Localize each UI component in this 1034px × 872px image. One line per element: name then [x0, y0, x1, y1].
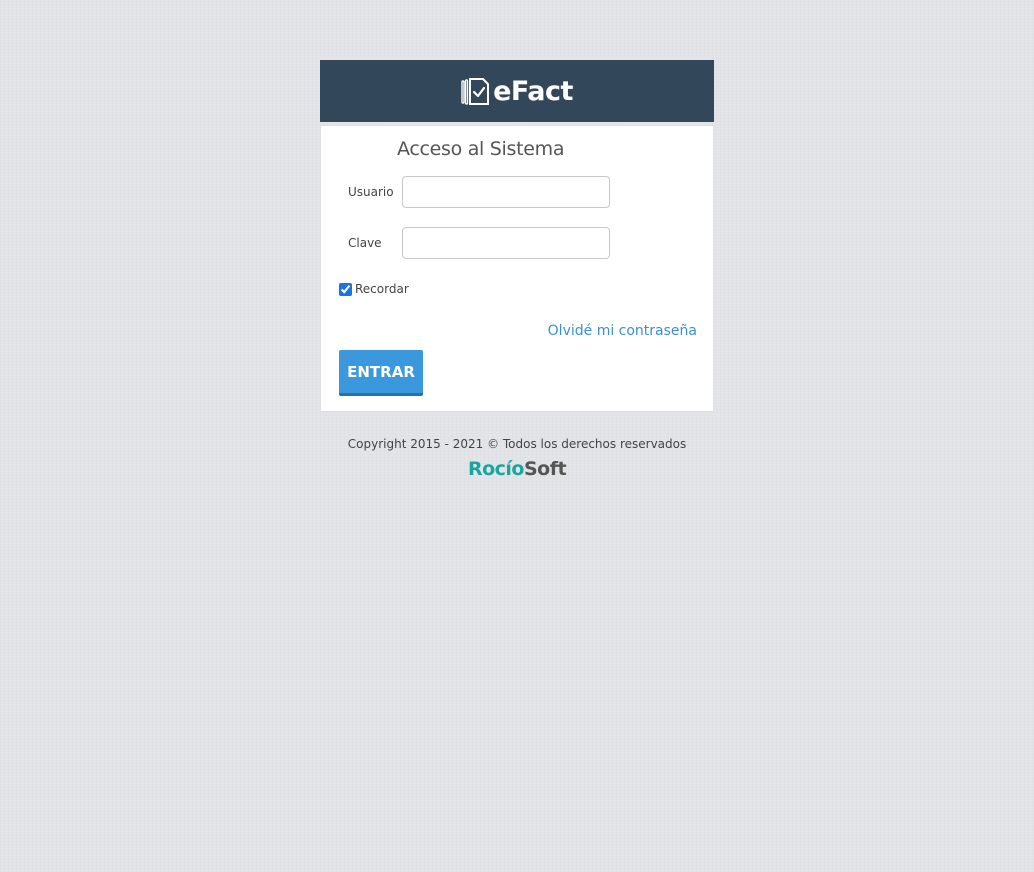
brand-name-part-2: Soft — [523, 458, 567, 480]
app-header: eFact — [320, 60, 714, 122]
document-check-icon — [461, 78, 490, 105]
rociosoft-logo: RocíoSoft — [0, 458, 1034, 480]
password-label: Clave — [348, 236, 382, 250]
login-title: Acceso al Sistema — [397, 138, 565, 160]
remember-label[interactable]: Recordar — [355, 282, 409, 296]
login-card: Acceso al Sistema Usuario Clave Recordar… — [320, 125, 714, 412]
efact-logo: eFact — [461, 76, 573, 107]
logo-text: eFact — [493, 75, 573, 107]
copyright-text: Copyright 2015 - 2021 © Todos los derech… — [347, 437, 687, 451]
remember-me: Recordar — [339, 282, 409, 296]
password-input[interactable] — [402, 227, 610, 259]
username-input[interactable] — [402, 176, 610, 208]
username-label: Usuario — [348, 185, 394, 199]
forgot-password-link[interactable]: Olvidé mi contraseña — [548, 323, 697, 339]
enter-button[interactable]: ENTRAR — [339, 350, 423, 396]
remember-checkbox[interactable] — [339, 282, 352, 296]
brand-name-part-1: Rocío — [467, 458, 525, 480]
